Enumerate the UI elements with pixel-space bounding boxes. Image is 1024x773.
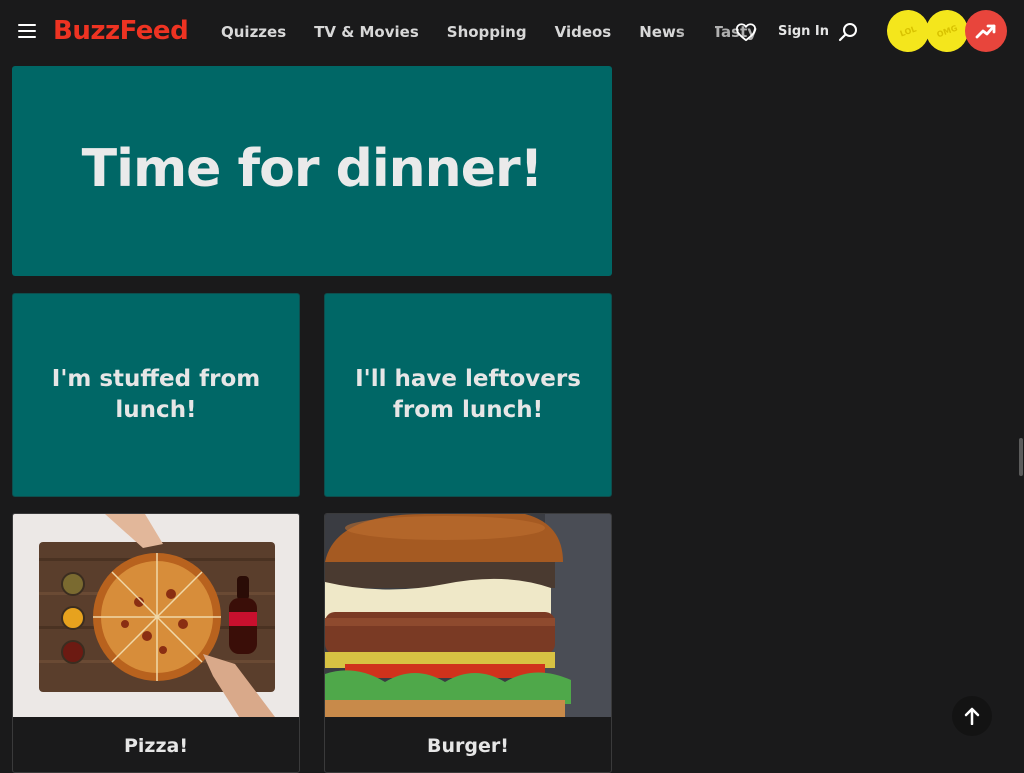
answer-label: Burger! (427, 734, 509, 757)
heart-icon[interactable] (735, 22, 757, 42)
search-icon[interactable] (837, 21, 859, 43)
nav-fade-overlay (675, 18, 715, 46)
nav-item-videos[interactable]: Videos (555, 20, 612, 44)
trending-icon (975, 24, 996, 39)
answer-option-leftovers[interactable]: I'll have leftovers from lunch! (324, 293, 612, 497)
scrollbar-thumb[interactable] (1019, 438, 1023, 476)
answer-option-pizza[interactable]: Pizza! (12, 513, 300, 773)
pizza-photo (13, 514, 299, 717)
site-header: BuzzFeed Quizzes TV & Movies Shopping Vi… (0, 0, 1024, 62)
answer-label: I'm stuffed from lunch! (51, 366, 261, 423)
question-title: Time for dinner! (81, 139, 544, 199)
menu-icon[interactable] (18, 24, 36, 39)
trending-badge[interactable] (965, 10, 1007, 52)
question-card: Time for dinner! (12, 66, 612, 276)
answer-option-stuffed[interactable]: I'm stuffed from lunch! (12, 293, 300, 497)
answer-label: I'll have leftovers from lunch! (355, 366, 581, 423)
sign-in-link[interactable]: Sign In (778, 20, 829, 44)
arrow-up-icon (964, 707, 980, 725)
nav-item-quizzes[interactable]: Quizzes (221, 20, 286, 44)
nav-item-tv-movies[interactable]: TV & Movies (314, 20, 419, 44)
nav-item-shopping[interactable]: Shopping (447, 20, 527, 44)
answer-option-burger[interactable]: Burger! (324, 513, 612, 773)
buzzfeed-logo[interactable]: BuzzFeed (53, 14, 189, 48)
burger-photo (325, 514, 611, 717)
answer-label: Pizza! (123, 734, 189, 757)
back-to-top-button[interactable] (952, 696, 992, 736)
